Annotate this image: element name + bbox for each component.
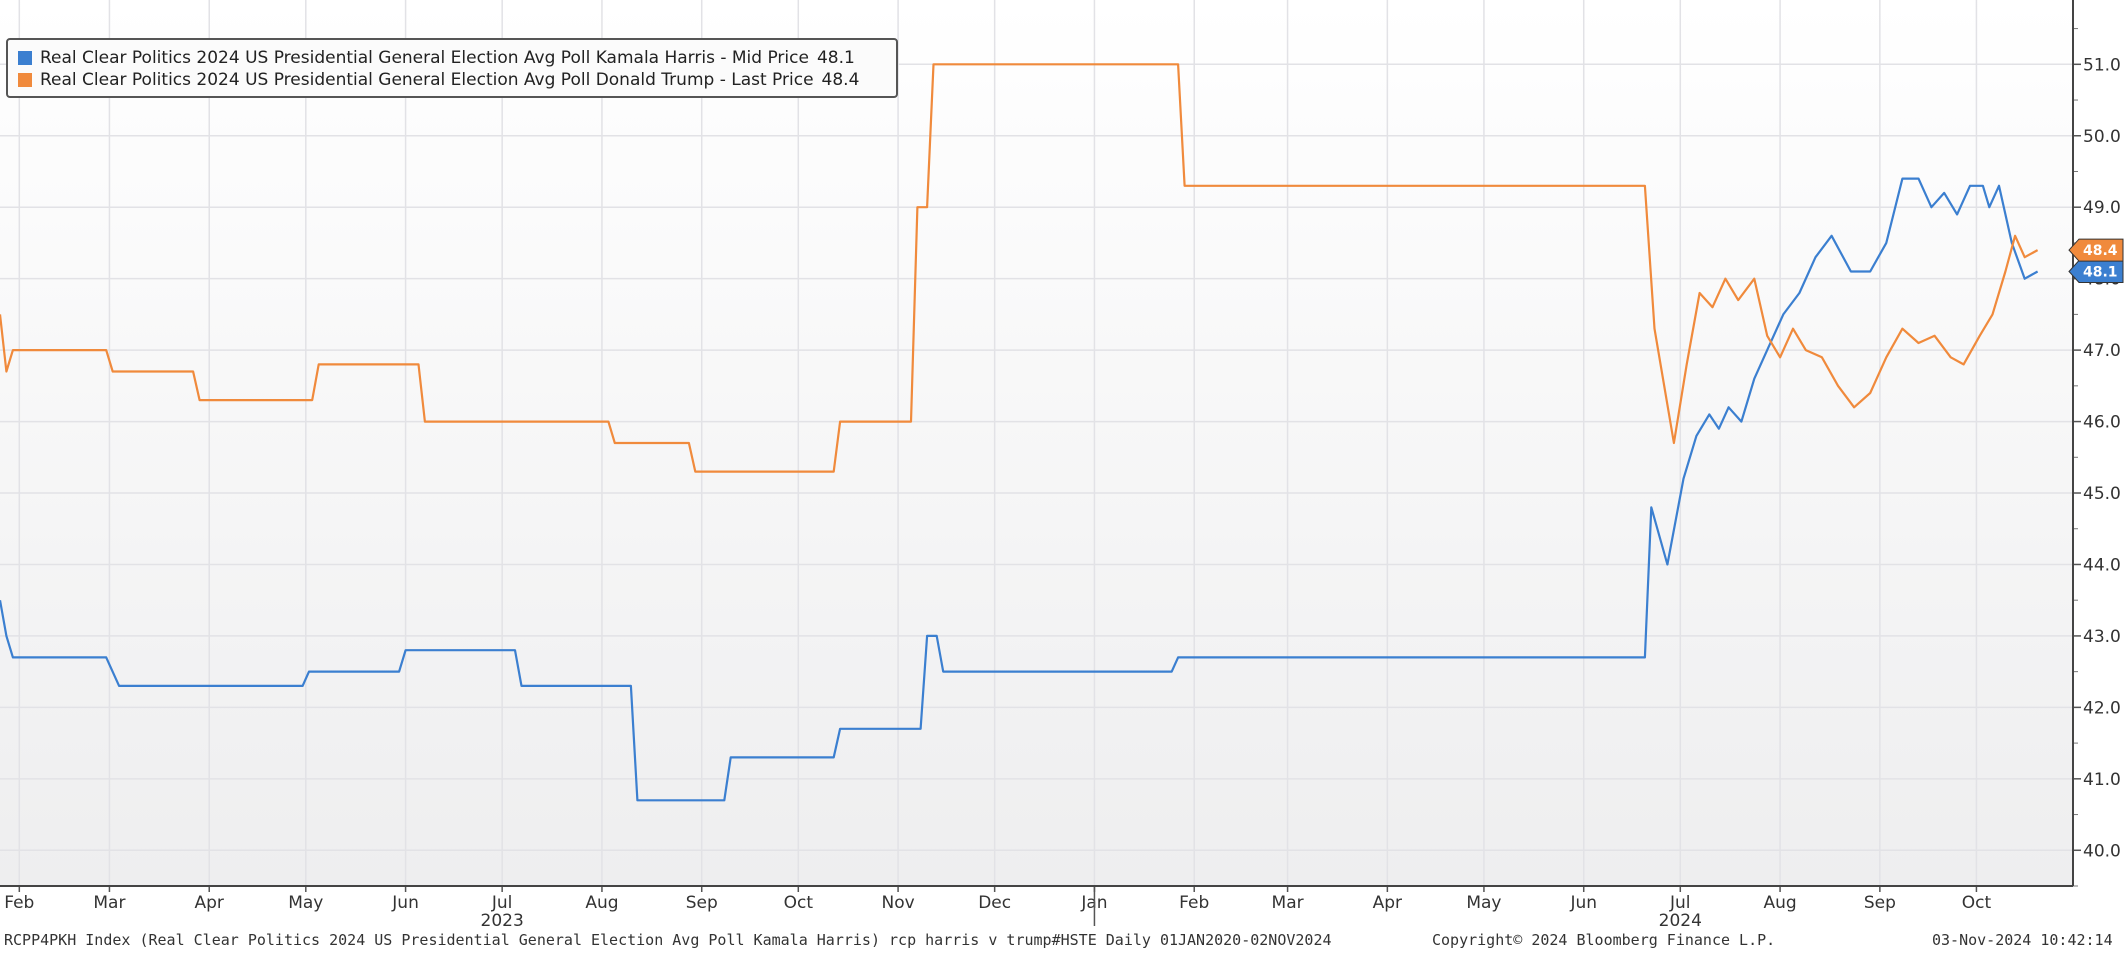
- x-tick-label: Apr: [1373, 893, 1402, 913]
- legend-value-harris: 48.1: [816, 48, 855, 68]
- footer-copyright: Copyright© 2024 Bloomberg Finance L.P.: [1432, 931, 1776, 949]
- x-tick-label: May: [288, 893, 323, 913]
- last-price-tag-trump: 48.4: [2068, 238, 2124, 262]
- x-tick-label: Mar: [1272, 893, 1304, 913]
- chart-legend: Real Clear Politics 2024 US Presidential…: [6, 38, 898, 98]
- x-tick-label: Oct: [1962, 893, 1992, 913]
- x-tick-label: Nov: [881, 893, 914, 913]
- y-tick-label: 46.0: [2083, 413, 2121, 433]
- footer-timestamp: 03-Nov-2024 10:42:14: [1932, 931, 2113, 949]
- x-tick-label: Dec: [978, 893, 1011, 913]
- x-tick-label: May: [1466, 893, 1501, 913]
- y-tick-label: 44.0: [2083, 555, 2121, 575]
- y-tick-label: 51.0: [2083, 55, 2121, 75]
- y-tick-label: 43.0: [2083, 627, 2121, 647]
- last-price-tag-harris: 48.1: [2068, 260, 2124, 284]
- y-tick-label: 49.0: [2083, 198, 2121, 218]
- last-price-tag-value: 48.1: [2083, 265, 2118, 281]
- last-price-tag-value: 48.4: [2083, 243, 2118, 259]
- x-tick-label: Jul: [1669, 893, 1691, 913]
- x-tick-label: Oct: [784, 893, 814, 913]
- x-tick-label: Feb: [4, 893, 34, 913]
- x-tick-label: Jul: [491, 893, 513, 913]
- legend-label-trump: Real Clear Politics 2024 US Presidential…: [40, 70, 814, 90]
- legend-entry-harris: Real Clear Politics 2024 US Presidential…: [18, 47, 886, 69]
- legend-value-trump: 48.4: [821, 70, 860, 90]
- y-tick-label: 50.0: [2083, 127, 2121, 147]
- x-tick-label: Jun: [391, 893, 419, 913]
- y-tick-label: 41.0: [2083, 770, 2121, 790]
- x-tick-label: Feb: [1179, 893, 1209, 913]
- footer-source: RCPP4PKH Index (Real Clear Politics 2024…: [4, 931, 1332, 949]
- x-tick-label: Sep: [1864, 893, 1896, 913]
- legend-entry-trump: Real Clear Politics 2024 US Presidential…: [18, 69, 886, 91]
- plot-area: [0, 0, 2073, 886]
- y-tick-label: 47.0: [2083, 341, 2121, 361]
- y-tick-label: 42.0: [2083, 698, 2121, 718]
- x-tick-label: Aug: [1763, 893, 1796, 913]
- last-price-tags: 48.1 48.4: [2068, 238, 2124, 284]
- x-tick-label: Aug: [585, 893, 618, 913]
- x-tick-label: Apr: [195, 893, 224, 913]
- x-tick-label: Sep: [686, 893, 718, 913]
- legend-swatch-harris: [18, 51, 32, 65]
- y-tick-label: 40.0: [2083, 841, 2121, 861]
- x-tick-label: Jun: [1569, 893, 1597, 913]
- legend-swatch-trump: [18, 73, 32, 87]
- legend-label-harris: Real Clear Politics 2024 US Presidential…: [40, 48, 809, 68]
- y-tick-label: 45.0: [2083, 484, 2121, 504]
- x-tick-label: Mar: [93, 893, 125, 913]
- line-chart: 40.041.042.043.044.045.046.047.048.049.0…: [0, 0, 2124, 931]
